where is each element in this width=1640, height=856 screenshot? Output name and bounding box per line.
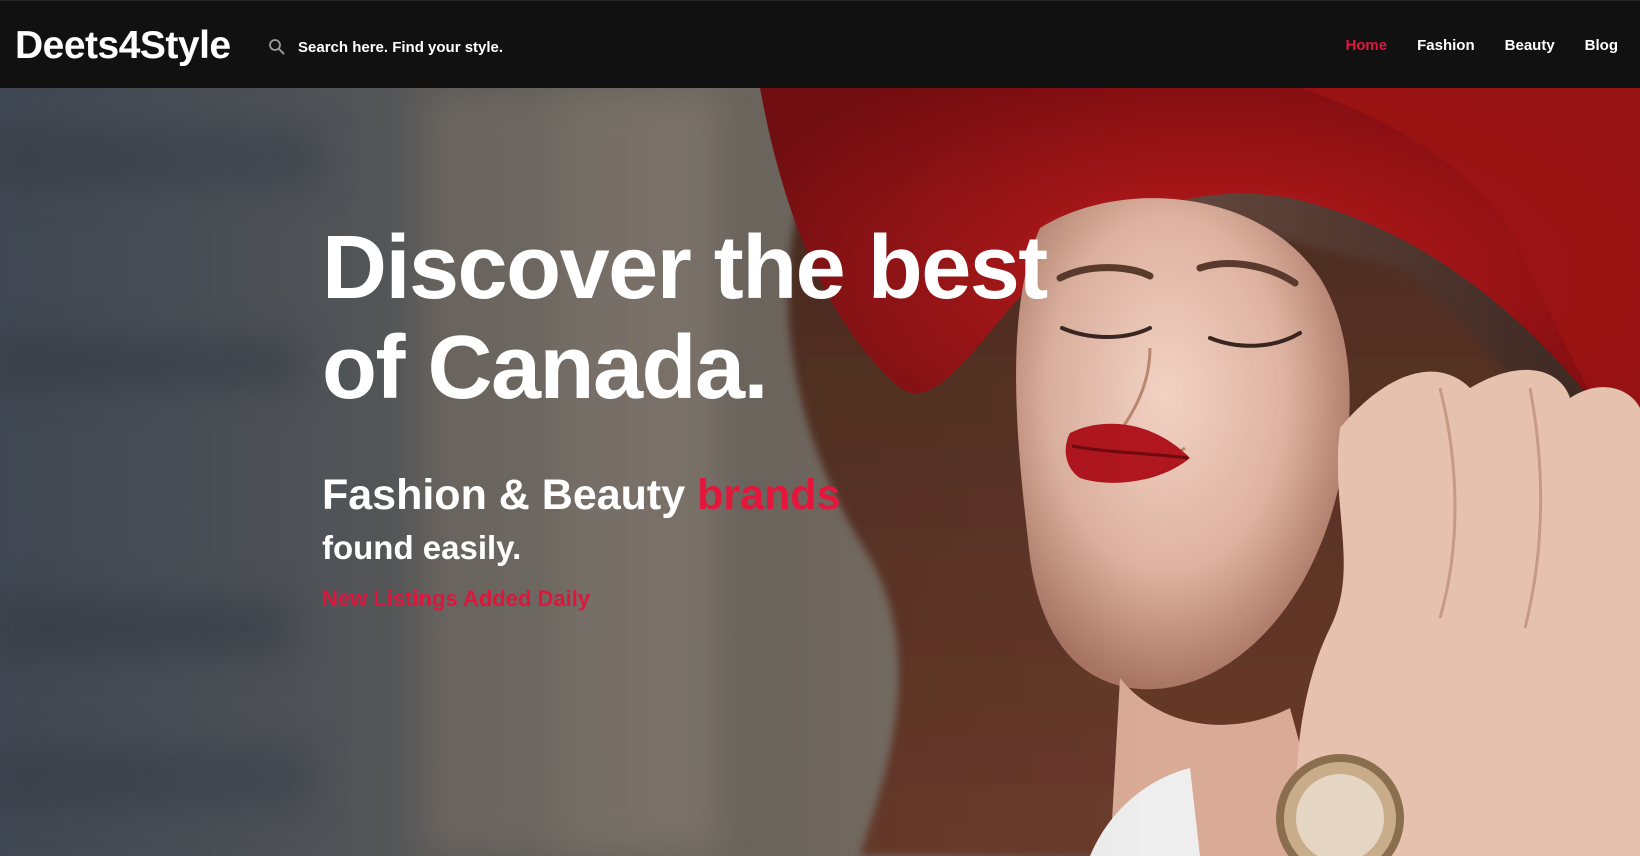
hero-section: Discover the best of Canada. Fashion & B… <box>0 88 1640 856</box>
nav-blog[interactable]: Blog <box>1585 36 1618 56</box>
nav-home[interactable]: Home <box>1345 36 1387 56</box>
hero-tagline: New Listings Added Daily <box>322 586 591 611</box>
hero-subheadline: Fashion & Beauty brands <box>322 468 841 522</box>
site-logo[interactable]: Deets4Style <box>15 25 231 67</box>
nav-fashion[interactable]: Fashion <box>1417 36 1475 56</box>
hero-subheadline-text: Fashion & Beauty <box>322 471 698 519</box>
hero-subheadline-line2: found easily. <box>322 529 522 566</box>
hero-subheadline-accent: brands <box>697 471 841 519</box>
site-header: Deets4Style Home Fashion Beauty Blog <box>0 0 1640 88</box>
search-input[interactable] <box>298 38 558 56</box>
search-icon[interactable] <box>268 38 286 56</box>
main-nav: Home Fashion Beauty Blog <box>1345 36 1618 56</box>
page: Deets4Style Home Fashion Beauty Blog <box>0 0 1640 856</box>
hero-headline-line2: of Canada. <box>322 318 769 418</box>
search-bar[interactable] <box>268 35 558 59</box>
hero-headline: Discover the best of Canada. <box>322 218 1122 418</box>
nav-beauty[interactable]: Beauty <box>1505 36 1555 56</box>
hero-headline-line1: Discover the best <box>322 218 1048 318</box>
